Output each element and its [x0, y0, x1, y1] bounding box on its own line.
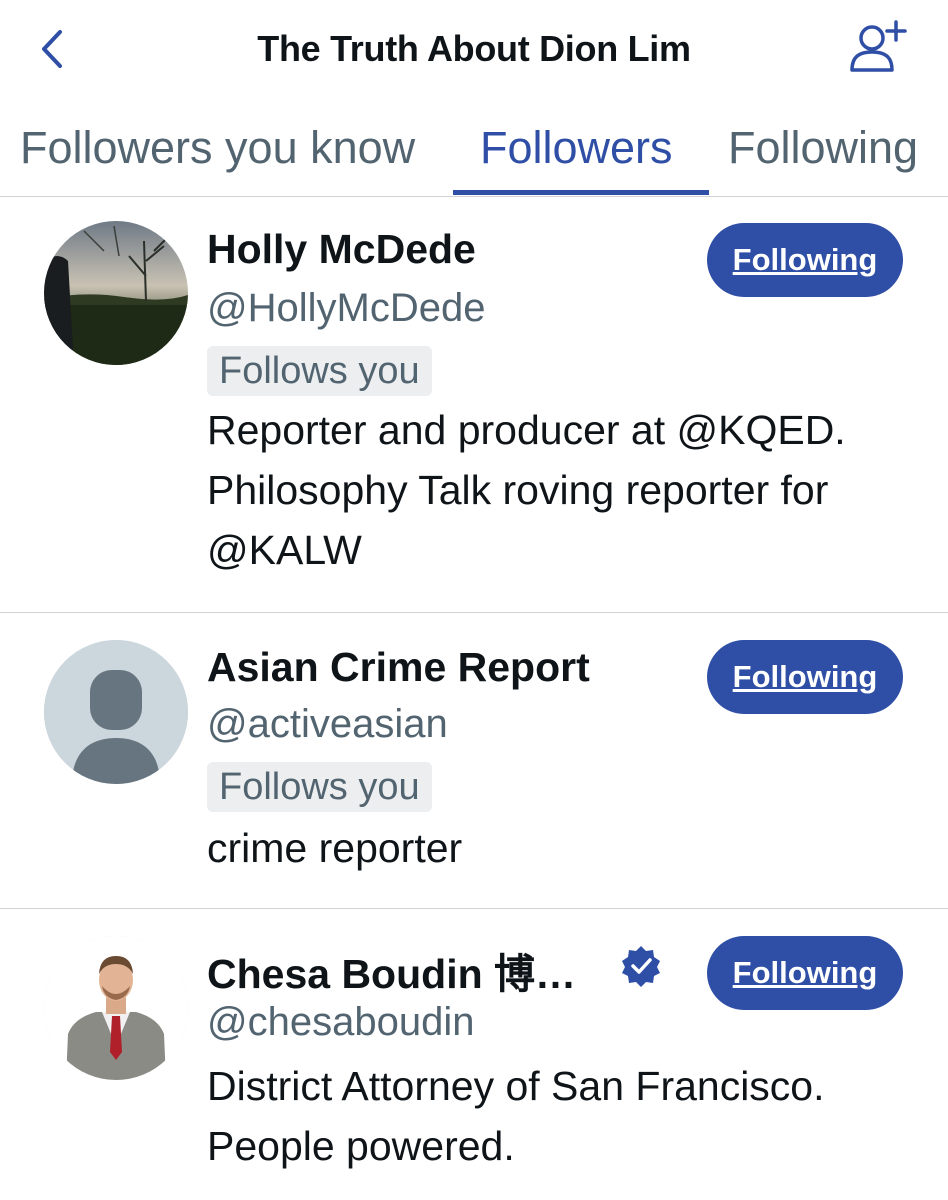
follows-you-badge: Follows you: [207, 762, 432, 812]
user-row[interactable]: Chesa Boudin 博… @chesaboudin District At…: [0, 908, 948, 1200]
avatar[interactable]: [44, 640, 188, 784]
user-bio: Reporter and producer at @KQED. Philosop…: [207, 400, 927, 580]
user-row[interactable]: Holly McDede @HollyMcDede Follows you Re…: [0, 196, 948, 613]
tab-followers[interactable]: Followers: [480, 122, 673, 174]
bio-line: @KALW: [207, 527, 362, 573]
user-name[interactable]: Asian Crime Report: [207, 644, 590, 691]
user-handle: @activeasian: [207, 702, 448, 746]
default-avatar-icon: [44, 640, 188, 784]
user-bio: crime reporter: [207, 818, 927, 878]
avatar[interactable]: [44, 936, 188, 1080]
portrait-photo-avatar: [44, 936, 188, 1080]
following-button[interactable]: Following: [707, 936, 903, 1010]
following-button[interactable]: Following: [707, 223, 903, 297]
active-tab-indicator: [453, 190, 709, 195]
page-title: The Truth About Dion Lim: [257, 28, 691, 69]
user-row[interactable]: Asian Crime Report @activeasian Follows …: [0, 612, 948, 909]
following-button[interactable]: Following: [707, 640, 903, 714]
user-handle: @HollyMcDede: [207, 286, 486, 330]
user-name[interactable]: Chesa Boudin 博…: [207, 940, 576, 1000]
tab-followers-you-know[interactable]: Followers you know: [20, 122, 415, 174]
landscape-photo-avatar: [44, 221, 188, 365]
user-handle: @chesaboudin: [207, 1000, 475, 1044]
bio-line: crime reporter: [207, 825, 463, 871]
bio-line: Reporter and producer at @KQED.: [207, 407, 846, 453]
add-user-icon: [850, 20, 907, 72]
bio-line: Philosophy Talk roving reporter for: [207, 467, 829, 513]
add-user-button[interactable]: [846, 18, 910, 78]
user-bio: District Attorney of San Francisco. Peop…: [207, 1056, 927, 1176]
tab-bar: Followers you know Followers Following: [0, 100, 948, 197]
verified-badge-icon: [619, 944, 663, 988]
avatar[interactable]: [44, 221, 188, 365]
nav-header: The Truth About Dion Lim: [0, 0, 948, 100]
user-name[interactable]: Holly McDede: [207, 226, 476, 273]
bio-line: People powered.: [207, 1123, 515, 1169]
bio-line: District Attorney of San Francisco.: [207, 1063, 825, 1109]
tab-following[interactable]: Following: [728, 122, 918, 174]
follows-you-badge: Follows you: [207, 346, 432, 396]
